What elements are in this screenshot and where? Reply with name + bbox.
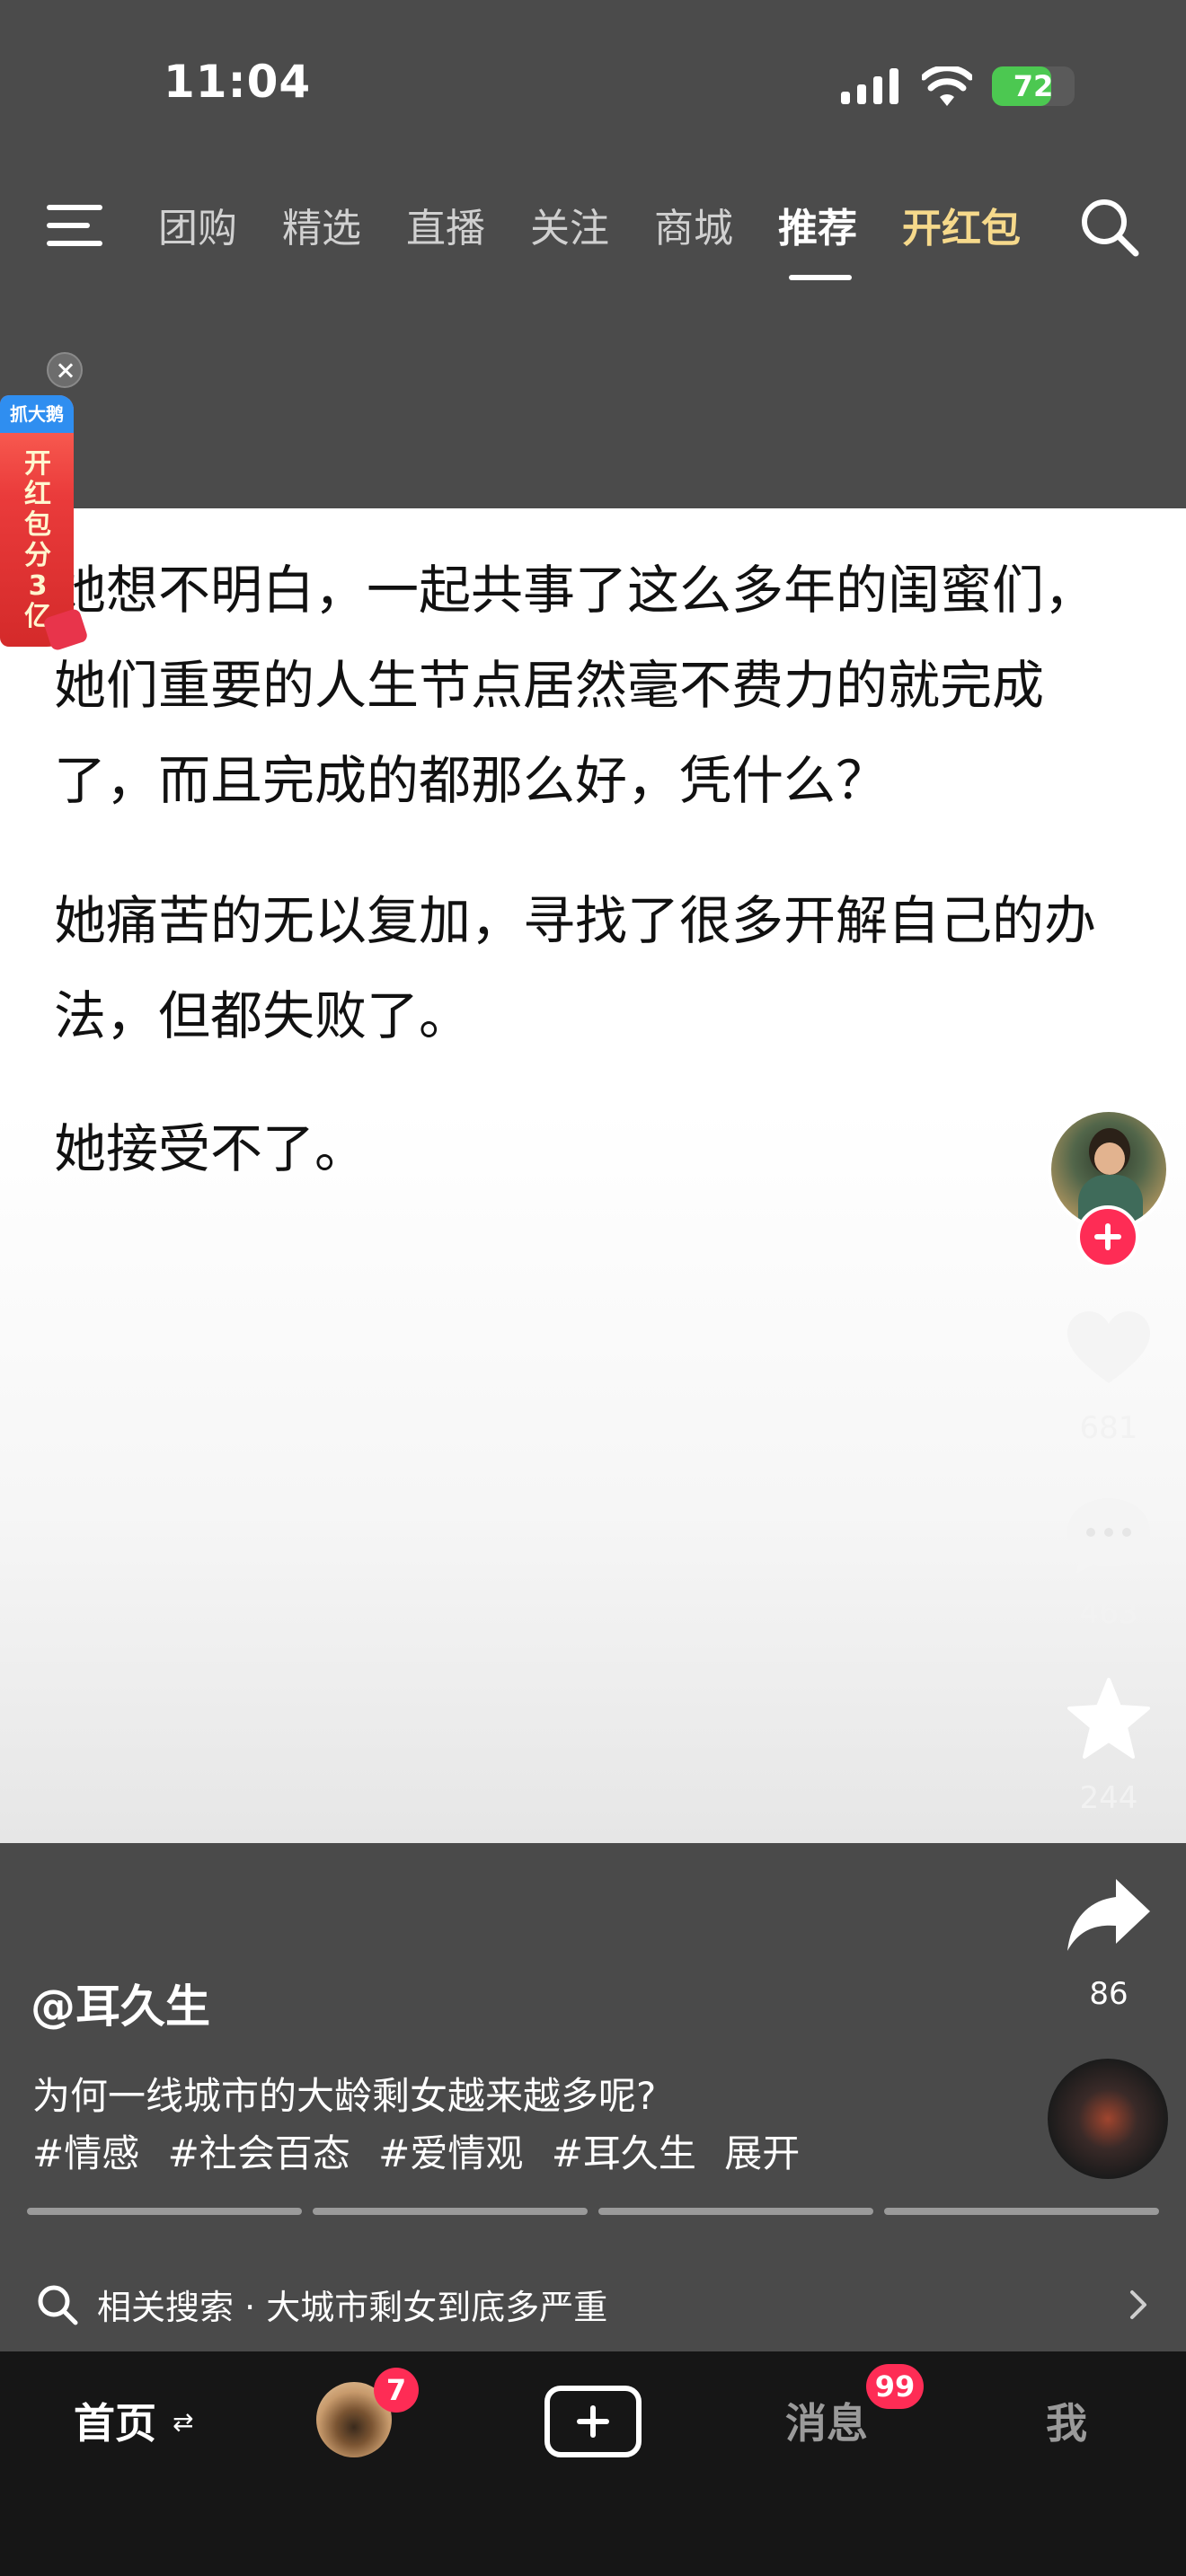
like-heart-icon[interactable] xyxy=(1064,1304,1154,1394)
active-tab-indicator xyxy=(789,275,852,280)
tab-live[interactable]: 直播 xyxy=(406,196,485,253)
tab-recommend[interactable]: 推荐 xyxy=(778,196,857,253)
related-search-prefix: 相关搜索 xyxy=(97,2288,235,2327)
related-search-query: 大城市剩女到底多严重 xyxy=(266,2288,608,2327)
video-content[interactable]: 她想不明白，一起共事了这么多年的闺蜜们，她们重要的人生节点居然毫不费力的就完成了… xyxy=(0,508,1186,1843)
nav-messages[interactable]: 消息 xyxy=(785,2391,868,2450)
battery-percent: 72 xyxy=(1013,69,1054,103)
content-paragraph: 她痛苦的无以复加，寻找了很多开解自己的办法，但都失败了。 xyxy=(54,890,1097,1046)
top-header: 11:04 72 团购 精选 直播 关注 商城 推荐 开红包 xyxy=(0,0,1186,508)
tab-mall[interactable]: 商城 xyxy=(654,196,733,253)
favorite-count: 244 xyxy=(1079,1780,1138,1816)
search-icon xyxy=(38,2285,78,2325)
comment-count: 463 xyxy=(1079,1595,1138,1631)
related-search-separator: · xyxy=(244,2288,256,2327)
red-packet-text: 开红包分3亿 xyxy=(24,448,51,632)
content-paragraph: 她想不明白，一起共事了这么多年的闺蜜们，她们重要的人生节点居然毫不费力的就完成了… xyxy=(54,560,1097,811)
red-packet-widget[interactable]: 抓大鹅 开红包分3亿 xyxy=(0,395,74,647)
share-count: 86 xyxy=(1089,1976,1128,2012)
tab-following[interactable]: 关注 xyxy=(530,196,609,253)
menu-icon[interactable] xyxy=(47,203,102,248)
tab-group-buy[interactable]: 团购 xyxy=(158,196,237,253)
nav-me[interactable]: 我 xyxy=(1046,2391,1087,2450)
messages-badge: 99 xyxy=(866,2364,924,2409)
create-button[interactable] xyxy=(544,2386,642,2457)
bottom-navigation: 首页 ⇄ 7 消息 99 我 xyxy=(0,2351,1186,2576)
red-packet-close-icon[interactable] xyxy=(47,352,83,388)
hashtag[interactable]: #耳久生 xyxy=(552,2131,696,2175)
video-description: 为何一线城市的大龄剩女越来越多呢? xyxy=(32,2074,657,2118)
progress-segment xyxy=(313,2208,588,2215)
share-arrow-icon[interactable] xyxy=(1064,1870,1154,1960)
hashtag[interactable]: #社会百态 xyxy=(168,2131,350,2175)
follow-button[interactable] xyxy=(1076,1205,1139,1268)
progress-segment xyxy=(27,2208,302,2215)
favorite-star-icon[interactable] xyxy=(1064,1674,1154,1764)
chevron-right-icon xyxy=(1130,2290,1146,2319)
red-packet-brand: 抓大鹅 xyxy=(0,395,74,433)
hashtag[interactable]: #爱情观 xyxy=(378,2131,523,2175)
related-search-bar[interactable]: 相关搜索 · 大城市剩女到底多严重 xyxy=(0,2260,1186,2350)
progress-segment xyxy=(884,2208,1159,2215)
swap-icon[interactable]: ⇄ xyxy=(173,2407,193,2437)
tab-featured[interactable]: 精选 xyxy=(282,196,361,253)
wifi-icon xyxy=(922,66,972,106)
nav-home[interactable]: 首页 xyxy=(74,2391,156,2450)
comment-icon[interactable] xyxy=(1064,1491,1154,1581)
status-time: 11:04 xyxy=(164,56,312,108)
related-search-text: 相关搜索 · 大城市剩女到底多严重 xyxy=(97,2280,607,2329)
expand-button[interactable]: 展开 xyxy=(724,2131,800,2175)
cellular-signal-icon xyxy=(841,68,898,104)
content-paragraph: 她接受不了。 xyxy=(54,1118,367,1179)
author-name[interactable]: @耳久生 xyxy=(31,1971,210,2035)
search-icon[interactable] xyxy=(1078,196,1141,259)
video-tags: #情感 #社会百态 #爱情观 #耳久生 展开 xyxy=(32,2123,816,2178)
like-count: 681 xyxy=(1079,1410,1138,1446)
tab-red-packet[interactable]: 开红包 xyxy=(902,196,1021,253)
progress-segment xyxy=(598,2208,873,2215)
battery-indicator: 72 xyxy=(992,66,1075,106)
music-disc[interactable] xyxy=(1048,2059,1168,2179)
friends-badge: 7 xyxy=(374,2368,419,2413)
hashtag[interactable]: #情感 xyxy=(32,2131,139,2175)
